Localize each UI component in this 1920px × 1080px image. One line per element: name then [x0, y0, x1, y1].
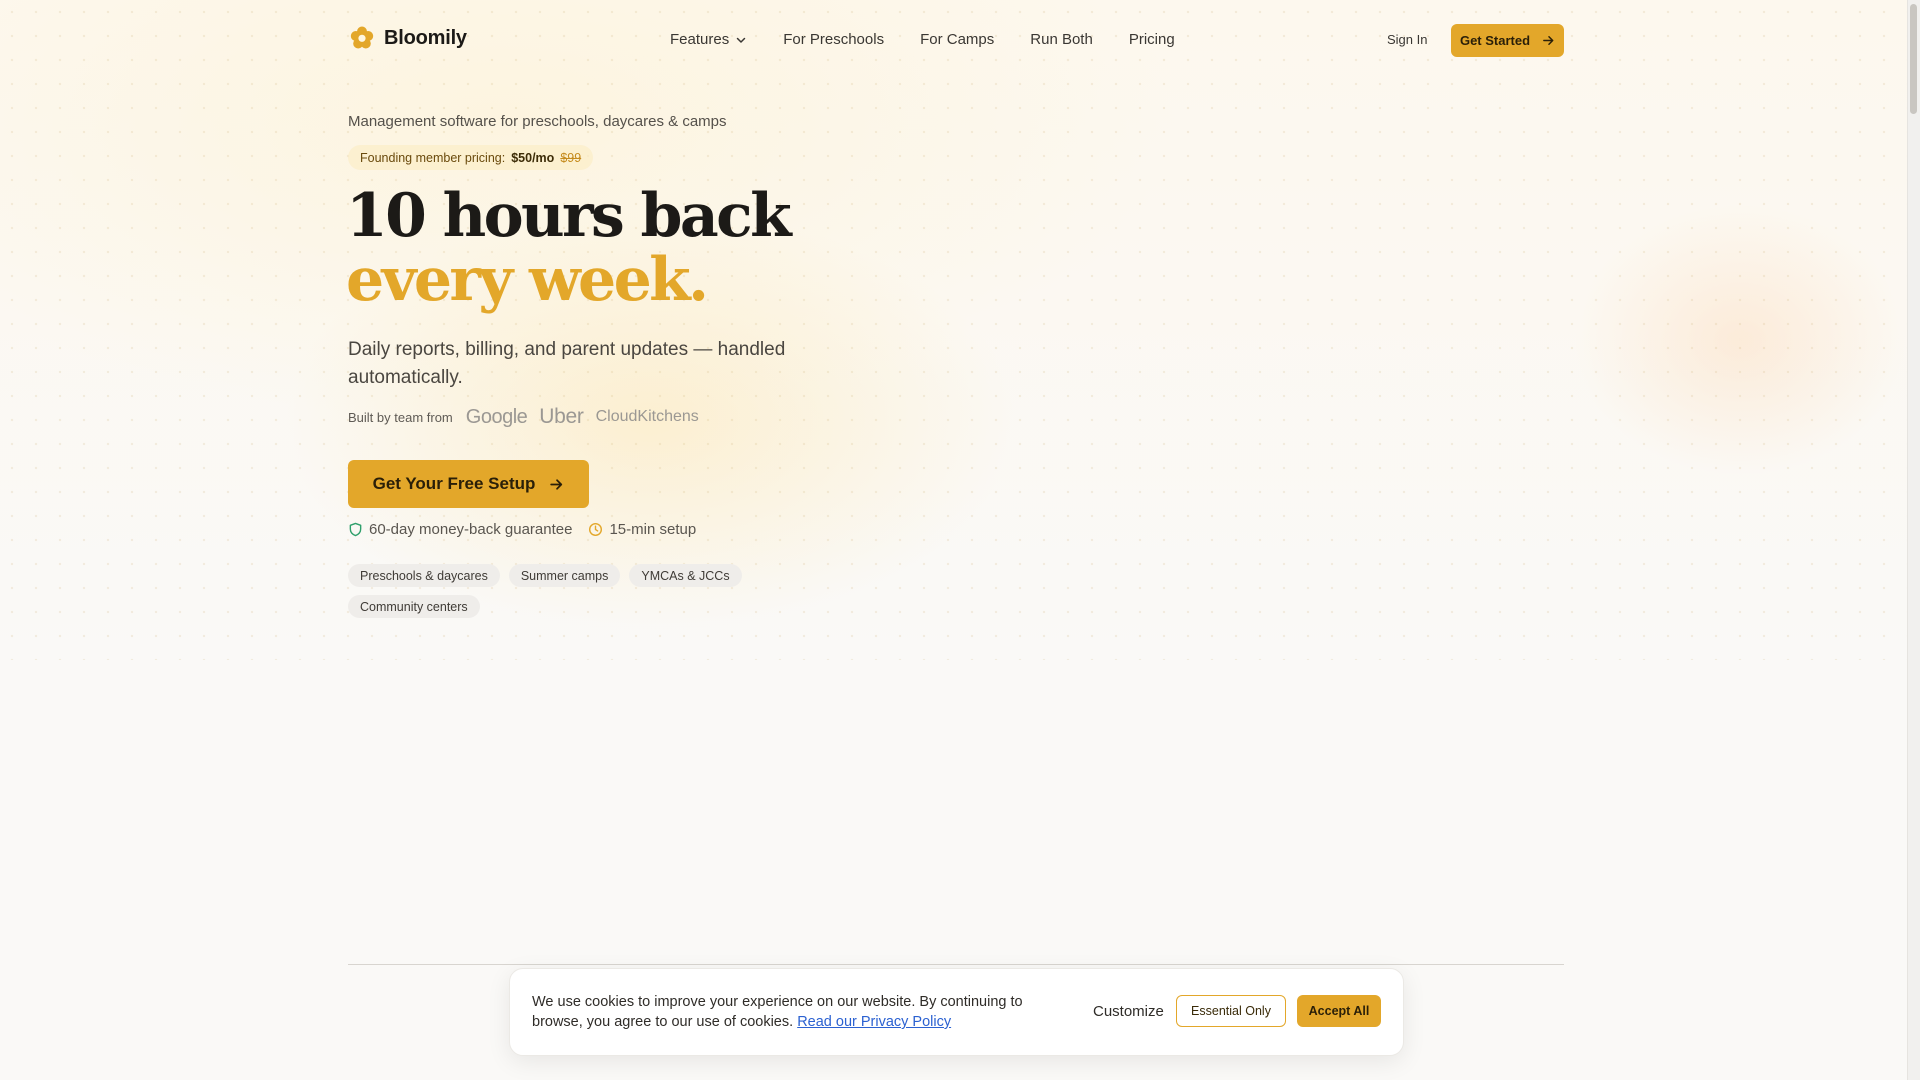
customize-button[interactable]: Customize [1093, 1003, 1164, 1020]
setup-time-label: 15-min setup [609, 521, 697, 538]
sign-in-link[interactable]: Sign In [1387, 32, 1427, 47]
arrow-right-icon [1543, 36, 1554, 45]
cookie-banner: We use cookies to improve your experienc… [509, 968, 1404, 1056]
money-back-label: 60-day money-back guarantee [369, 521, 573, 538]
essential-only-button[interactable]: Essential Only [1176, 995, 1286, 1027]
free-setup-button[interactable]: Get Your Free Setup [348, 460, 589, 508]
nav-links: Features For Preschools For Camps Run Bo… [670, 31, 1175, 48]
cookie-message: We use cookies to improve your experienc… [532, 992, 1052, 1032]
get-started-button[interactable]: Get Started [1451, 24, 1564, 57]
brand-logo[interactable]: Bloomily [350, 26, 467, 50]
promo-badge: Founding member pricing: $50/mo $99 [348, 145, 594, 170]
built-by-label: Built by team from [348, 409, 453, 425]
hero-eyebrow: Management software for preschools, dayc… [348, 113, 727, 130]
dot-pattern [0, 0, 1920, 660]
section-divider [348, 964, 1564, 965]
promo-label: Founding member pricing: [360, 150, 506, 165]
accept-all-button[interactable]: Accept All [1297, 995, 1381, 1027]
chevron-down-icon [736, 37, 746, 43]
nav-pricing[interactable]: Pricing [1129, 31, 1175, 48]
pill-preschools: Preschools & daycares [348, 564, 500, 587]
free-setup-label: Get Your Free Setup [372, 474, 536, 493]
pill-summer-camps: Summer camps [508, 564, 621, 587]
arrow-right-icon [550, 478, 563, 490]
scrollbar-thumb[interactable] [1910, 4, 1917, 114]
money-back-guarantee: 60-day money-back guarantee [348, 521, 572, 538]
setup-time: 15-min setup [588, 521, 696, 538]
brand-name: Bloomily [384, 26, 467, 49]
audience-pills: Preschools & daycares Summer camps YMCAs… [348, 564, 768, 618]
get-started-label: Get Started [1459, 33, 1531, 48]
page-scrollbar[interactable] [1907, 0, 1920, 1080]
clock-icon [589, 522, 603, 537]
google-logo: Google [465, 405, 528, 428]
nav-features-label: Features [670, 31, 730, 48]
guarantees-row: 60-day money-back guarantee 15-min setup [348, 521, 696, 538]
uber-logo: Uber [539, 405, 584, 428]
headline-line-1: 10 hours back [346, 181, 792, 251]
built-by-row: Built by team from Google Uber CloudKitc… [348, 405, 699, 429]
hero-subheadline: Daily reports, billing, and parent updat… [348, 339, 786, 388]
top-nav: Bloomily Features For Preschools For Cam… [348, 22, 1564, 58]
nav-for-camps[interactable]: For Camps [920, 31, 994, 48]
shield-icon [349, 522, 362, 537]
headline-line-2: every week. [346, 245, 709, 315]
nav-run-both[interactable]: Run Both [1030, 31, 1093, 48]
pill-ymcas: YMCAs & JCCs [629, 564, 742, 587]
pill-community-centers: Community centers [348, 595, 480, 618]
nav-features[interactable]: Features [670, 31, 747, 48]
promo-price: $50/mo [511, 150, 555, 165]
hero-headline: 10 hours back every week. [346, 181, 792, 315]
cloudkitchens-logo: CloudKitchens [595, 408, 699, 425]
flower-logo-icon [350, 26, 374, 49]
promo-old-price: $99 [560, 150, 582, 165]
privacy-policy-link[interactable]: Read our Privacy Policy [797, 1014, 951, 1030]
nav-for-preschools[interactable]: For Preschools [783, 31, 884, 48]
